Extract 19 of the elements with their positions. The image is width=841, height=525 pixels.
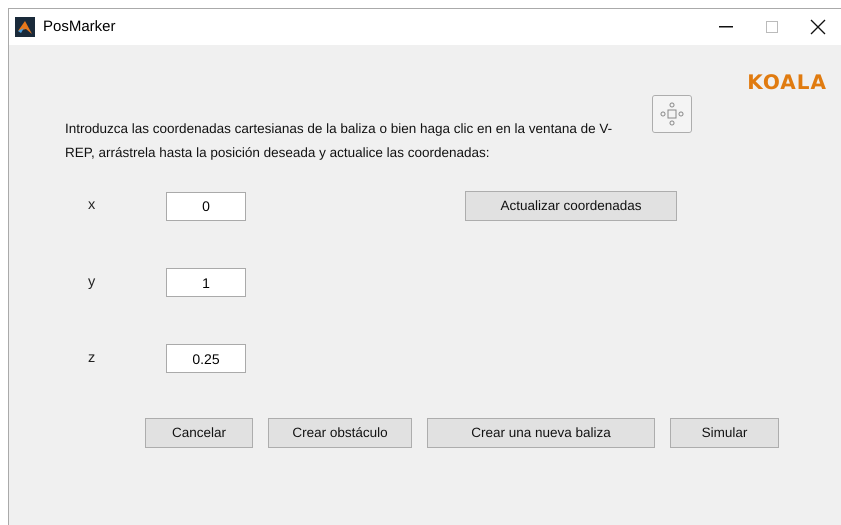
close-icon[interactable] — [810, 19, 826, 35]
action-button[interactable]: Simular — [670, 418, 779, 448]
field-label: z — [88, 348, 96, 368]
update-coordinates-button[interactable]: Actualizar coordenadas — [465, 191, 677, 221]
action-button[interactable]: Crear obstáculo — [268, 418, 412, 448]
app-icon — [15, 17, 35, 37]
coordinate-field[interactable]: 0.25 — [166, 344, 246, 373]
field-label: x — [88, 196, 96, 216]
action-button[interactable]: Cancelar — [145, 418, 253, 448]
action-button[interactable]: Crear una nueva baliza — [427, 418, 655, 448]
logo: KOALA — [747, 69, 827, 96]
move-button[interactable] — [652, 95, 692, 133]
instructions-text: Introduzca las coordenadas cartesianas de la baliza o bien haga clic en en la ventana de V-REP, arrástrela hasta la posición deseada y actualice las coordenadas: — [65, 120, 614, 162]
coordinate-field[interactable]: 1 — [166, 268, 246, 297]
field-label: y — [88, 272, 96, 292]
minimize-icon[interactable] — [719, 26, 733, 28]
move-icon — [659, 101, 685, 127]
window-title: PosMarker — [43, 16, 116, 37]
coordinate-field[interactable]: 0 — [166, 192, 246, 220]
